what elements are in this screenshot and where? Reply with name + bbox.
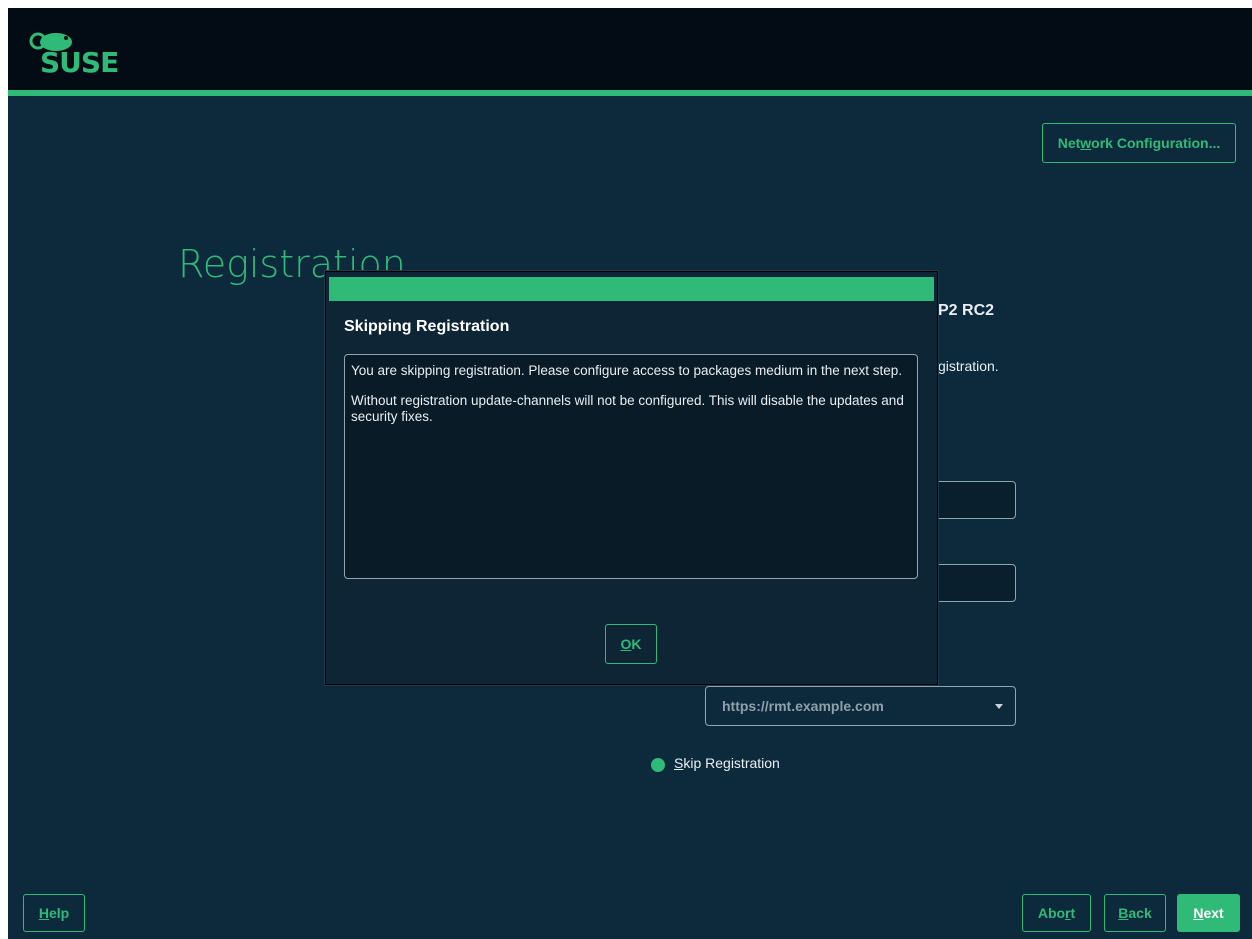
next-button[interactable]: Next — [1177, 894, 1240, 932]
dialog-header-bar — [329, 277, 934, 301]
dialog-paragraph: Without registration update-channels wil… — [351, 393, 904, 424]
dialog-title: Skipping Registration — [344, 318, 510, 335]
dialog-paragraph: You are skipping registration. Please co… — [351, 363, 903, 378]
ok-button[interactable]: OK — [605, 624, 657, 664]
accent-line — [8, 90, 1252, 96]
skipping-registration-dialog: Skipping Registration You are skipping r… — [325, 271, 938, 685]
product-name-partial: P2 RC2 — [938, 302, 995, 319]
brand-wordmark: SUSE — [40, 46, 119, 79]
skip-registration-radio[interactable] — [651, 758, 665, 772]
skip-registration-label[interactable]: Skip Registration — [674, 755, 780, 771]
help-button[interactable]: Help — [23, 894, 85, 932]
suse-logo: SUSE — [22, 26, 132, 79]
registration-code-field[interactable] — [928, 564, 1016, 602]
back-button[interactable]: Back — [1104, 894, 1166, 932]
abort-button[interactable]: Abo r t — [1022, 894, 1091, 932]
info-text-partial: gistration. — [938, 358, 999, 374]
network-configuration-button[interactable]: Net w ork Configuration... — [1042, 123, 1236, 163]
registration-server-select[interactable]: https://rmt.example.com — [705, 686, 1016, 726]
installer-screen: SUSE Net w ork Configuration... Registrati… — [8, 8, 1252, 939]
top-bar: SUSE — [8, 8, 1252, 90]
chevron-down-icon — [995, 704, 1003, 709]
dialog-message: You are skipping registration. Please co… — [344, 354, 918, 579]
email-field[interactable] — [928, 481, 1016, 519]
